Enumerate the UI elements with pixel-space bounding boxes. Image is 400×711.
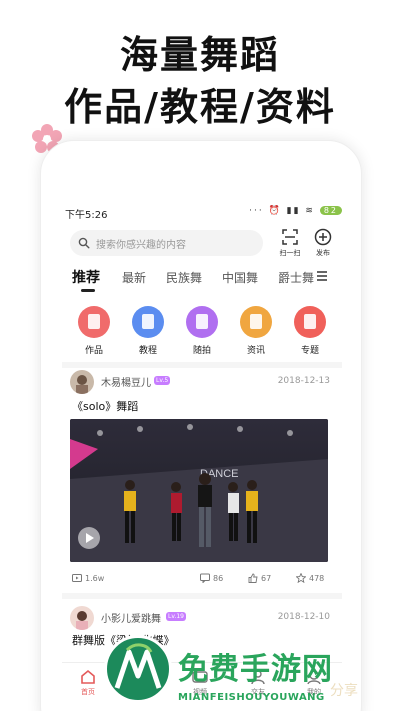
plus-circle-icon <box>314 228 332 246</box>
post-title[interactable]: 《solo》舞蹈 <box>72 398 138 414</box>
post-stats: 1.6w 86 67 478 <box>70 573 328 587</box>
shortcut-tutorials[interactable]: 教程 <box>128 306 168 356</box>
watermark-title: 免费手游网 <box>178 652 333 687</box>
shortcut-label: 作品 <box>84 346 103 356</box>
status-icons: ··· ⏰ ▮▮ ≋ 82 <box>249 206 342 216</box>
shortcut-label: 资讯 <box>246 346 265 356</box>
shortcut-news[interactable]: 资讯 <box>236 306 276 356</box>
shortcut-label: 专题 <box>300 346 319 356</box>
author-name[interactable]: 木易楊豆儿 <box>101 374 151 389</box>
likes-stat[interactable]: 67 <box>248 573 271 583</box>
post-date: 2018-12-13 <box>277 376 330 386</box>
status-time: 下午5:26 <box>65 210 108 221</box>
watermark-faded-text: 分享 <box>330 683 358 699</box>
views-stat: 1.6w <box>72 573 104 583</box>
search-placeholder: 搜索你感兴趣的内容 <box>96 240 186 251</box>
likes-count: 67 <box>261 574 272 583</box>
section-divider <box>62 593 342 599</box>
thumbs-up-icon <box>248 573 258 583</box>
status-bar: 下午5:26 ··· ⏰ ▮▮ ≋ 82 <box>62 205 342 221</box>
post-date: 2018-12-10 <box>277 612 330 622</box>
menu-icon[interactable] <box>316 270 328 282</box>
shortcut-label: 随拍 <box>192 346 211 356</box>
play-count-icon <box>72 574 82 582</box>
tab-recommend[interactable]: 推荐 <box>72 267 100 287</box>
tab-chinese-dance[interactable]: 中国舞 <box>222 269 258 286</box>
search-input[interactable]: 搜索你感兴趣的内容 <box>70 230 263 256</box>
comments-stat[interactable]: 86 <box>200 573 223 583</box>
tab-latest[interactable]: 最新 <box>122 269 146 286</box>
favorites-stat[interactable]: 478 <box>296 573 324 583</box>
favorites-count: 478 <box>309 574 325 583</box>
tab-jazz-dance[interactable]: 爵士舞 <box>278 269 314 286</box>
video-frame-image: DANCE <box>70 419 328 562</box>
comment-icon <box>200 573 210 583</box>
shortcut-works[interactable]: 作品 <box>74 306 114 356</box>
news-icon <box>240 306 272 338</box>
level-badge: Lv.5 <box>154 376 171 385</box>
views-count: 1.6w <box>85 574 105 583</box>
comments-count: 86 <box>213 574 224 583</box>
promo-headline-line1: 海量舞蹈 <box>119 33 280 77</box>
signal-icon: ··· ⏰ ▮▮ ≋ <box>249 206 315 216</box>
snapshots-icon <box>186 306 218 338</box>
shortcut-label: 教程 <box>138 346 157 356</box>
shortcut-topics[interactable]: 专题 <box>290 306 330 356</box>
search-icon <box>78 237 90 249</box>
avatar[interactable] <box>70 370 94 394</box>
author-name[interactable]: 小影儿爱跳舞 <box>101 610 161 625</box>
home-icon <box>81 669 95 684</box>
star-icon <box>296 573 306 583</box>
nav-label: 首页 <box>81 688 95 696</box>
category-shortcuts: 作品 教程 随拍 资讯 专题 <box>70 306 340 358</box>
watermark-logo <box>104 635 172 703</box>
play-button[interactable] <box>78 527 100 549</box>
video-thumbnail[interactable]: DANCE <box>70 419 328 562</box>
topics-icon <box>294 306 326 338</box>
avatar[interactable] <box>70 606 94 630</box>
section-divider <box>62 362 342 368</box>
tutorials-icon <box>132 306 164 338</box>
category-tabs: 推荐 最新 民族舞 中国舞 爵士舞 <box>70 267 332 295</box>
scan-label: 扫一扫 <box>279 249 301 257</box>
watermark-subtitle: MIANFEISHOUYOUWANG <box>178 692 325 703</box>
scan-icon <box>282 229 298 245</box>
tab-folk-dance[interactable]: 民族舞 <box>166 269 202 286</box>
works-icon <box>78 306 110 338</box>
battery-icon: 82 <box>319 206 342 215</box>
level-badge: Lv.19 <box>166 612 186 621</box>
scan-button[interactable]: 扫一扫 <box>275 228 305 258</box>
shortcut-snapshots[interactable]: 随拍 <box>182 306 222 356</box>
active-tab-indicator <box>81 289 95 292</box>
nav-home[interactable]: 首页 <box>68 669 108 697</box>
search-row: 搜索你感兴趣的内容 扫一扫 发布 <box>70 226 342 266</box>
feed-post[interactable]: 木易楊豆儿 Lv.5 2018-12-13 《solo》舞蹈 <box>70 370 330 415</box>
publish-label: 发布 <box>316 249 330 257</box>
publish-button[interactable]: 发布 <box>308 228 338 258</box>
